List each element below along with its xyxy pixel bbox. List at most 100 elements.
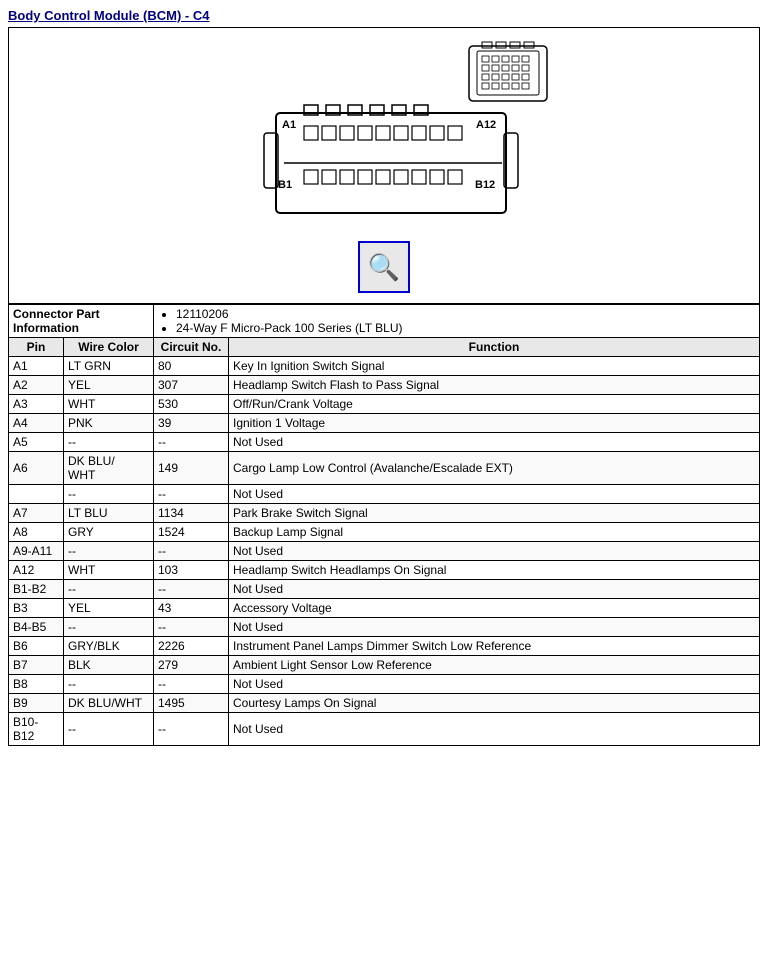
cell-function: Not Used bbox=[229, 580, 760, 599]
svg-text:A12: A12 bbox=[476, 119, 496, 131]
cell-function: Not Used bbox=[229, 485, 760, 504]
table-row: A4PNK39Ignition 1 Voltage bbox=[9, 414, 760, 433]
cell-pin: B4-B5 bbox=[9, 618, 64, 637]
table-row: B8----Not Used bbox=[9, 675, 760, 694]
cell-function: Not Used bbox=[229, 542, 760, 561]
cell-function: Accessory Voltage bbox=[229, 599, 760, 618]
table-row: B4-B5----Not Used bbox=[9, 618, 760, 637]
cell-circuit: 103 bbox=[154, 561, 229, 580]
cell-pin: A6 bbox=[9, 452, 64, 485]
cell-circuit: -- bbox=[154, 713, 229, 746]
table-row: B10-B12----Not Used bbox=[9, 713, 760, 746]
table-row: B6GRY/BLK2226Instrument Panel Lamps Dimm… bbox=[9, 637, 760, 656]
cell-circuit: 307 bbox=[154, 376, 229, 395]
header-pin: Pin bbox=[9, 338, 64, 357]
cell-function: Backup Lamp Signal bbox=[229, 523, 760, 542]
cell-function: Headlamp Switch Headlamps On Signal bbox=[229, 561, 760, 580]
cell-wire: -- bbox=[64, 542, 154, 561]
cell-function: Park Brake Switch Signal bbox=[229, 504, 760, 523]
cell-circuit: 149 bbox=[154, 452, 229, 485]
cell-wire: WHT bbox=[64, 561, 154, 580]
cell-wire: -- bbox=[64, 580, 154, 599]
cell-pin: B6 bbox=[9, 637, 64, 656]
cell-pin: A5 bbox=[9, 433, 64, 452]
cell-circuit: -- bbox=[154, 618, 229, 637]
cell-function: Off/Run/Crank Voltage bbox=[229, 395, 760, 414]
table-header-row: Pin Wire Color Circuit No. Function bbox=[9, 338, 760, 357]
cell-pin: A4 bbox=[9, 414, 64, 433]
cell-wire: DK BLU/WHT bbox=[64, 694, 154, 713]
cell-wire: PNK bbox=[64, 414, 154, 433]
table-row: A9-A11----Not Used bbox=[9, 542, 760, 561]
svg-text:B12: B12 bbox=[475, 179, 495, 191]
magnify-icon[interactable]: 🔍 bbox=[358, 241, 410, 293]
cell-wire: -- bbox=[64, 713, 154, 746]
cell-pin: A8 bbox=[9, 523, 64, 542]
cell-wire: -- bbox=[64, 618, 154, 637]
cell-circuit: -- bbox=[154, 580, 229, 599]
cell-function: Ignition 1 Voltage bbox=[229, 414, 760, 433]
table-row: B1-B2----Not Used bbox=[9, 580, 760, 599]
cell-circuit: 1495 bbox=[154, 694, 229, 713]
cell-pin: A3 bbox=[9, 395, 64, 414]
cell-function: Headlamp Switch Flash to Pass Signal bbox=[229, 376, 760, 395]
cell-wire: YEL bbox=[64, 376, 154, 395]
table-row: A2YEL307Headlamp Switch Flash to Pass Si… bbox=[9, 376, 760, 395]
cell-circuit: -- bbox=[154, 485, 229, 504]
cell-pin: A9-A11 bbox=[9, 542, 64, 561]
cell-pin: B7 bbox=[9, 656, 64, 675]
cell-circuit: 530 bbox=[154, 395, 229, 414]
cell-function: Not Used bbox=[229, 713, 760, 746]
cell-function: Not Used bbox=[229, 675, 760, 694]
header-circuit-no: Circuit No. bbox=[154, 338, 229, 357]
header-function: Function bbox=[229, 338, 760, 357]
connector-diagram: A1 A12 B1 B12 bbox=[214, 38, 554, 233]
cell-function: Key In Ignition Switch Signal bbox=[229, 357, 760, 376]
svg-text:B1: B1 bbox=[278, 179, 292, 191]
page-title: Body Control Module (BCM) - C4 bbox=[8, 8, 760, 23]
cell-circuit: 279 bbox=[154, 656, 229, 675]
cell-pin: A12 bbox=[9, 561, 64, 580]
cell-wire: LT BLU bbox=[64, 504, 154, 523]
part-description: 24-Way F Micro-Pack 100 Series (LT BLU) bbox=[176, 321, 755, 335]
cell-pin: A1 bbox=[9, 357, 64, 376]
table-row: A1LT GRN80Key In Ignition Switch Signal bbox=[9, 357, 760, 376]
diagram-container: A1 A12 B1 B12 bbox=[8, 27, 760, 304]
cell-pin: B1-B2 bbox=[9, 580, 64, 599]
table-row: B3YEL43Accessory Voltage bbox=[9, 599, 760, 618]
cell-pin: B3 bbox=[9, 599, 64, 618]
part-number: 12110206 bbox=[176, 307, 755, 321]
cell-wire: BLK bbox=[64, 656, 154, 675]
connector-info-label: Connector Part Information bbox=[9, 305, 154, 338]
cell-wire: -- bbox=[64, 433, 154, 452]
cell-pin bbox=[9, 485, 64, 504]
cell-circuit: -- bbox=[154, 433, 229, 452]
table-row: A5----Not Used bbox=[9, 433, 760, 452]
header-wire-color: Wire Color bbox=[64, 338, 154, 357]
cell-wire: -- bbox=[64, 675, 154, 694]
cell-function: Ambient Light Sensor Low Reference bbox=[229, 656, 760, 675]
cell-function: Not Used bbox=[229, 618, 760, 637]
connector-table: Connector Part Information 12110206 24-W… bbox=[8, 304, 760, 746]
cell-pin: B9 bbox=[9, 694, 64, 713]
cell-wire: DK BLU/WHT bbox=[64, 452, 154, 485]
cell-circuit: 2226 bbox=[154, 637, 229, 656]
cell-pin: A7 bbox=[9, 504, 64, 523]
table-row: A6DK BLU/WHT149Cargo Lamp Low Control (A… bbox=[9, 452, 760, 485]
table-row: A12WHT103Headlamp Switch Headlamps On Si… bbox=[9, 561, 760, 580]
cell-wire: LT GRN bbox=[64, 357, 154, 376]
cell-circuit: -- bbox=[154, 675, 229, 694]
cell-function: Courtesy Lamps On Signal bbox=[229, 694, 760, 713]
cell-function: Not Used bbox=[229, 433, 760, 452]
cell-circuit: 43 bbox=[154, 599, 229, 618]
cell-function: Cargo Lamp Low Control (Avalanche/Escala… bbox=[229, 452, 760, 485]
cell-circuit: 1134 bbox=[154, 504, 229, 523]
table-row: B7BLK279Ambient Light Sensor Low Referen… bbox=[9, 656, 760, 675]
table-row: A8GRY1524Backup Lamp Signal bbox=[9, 523, 760, 542]
cell-pin: B8 bbox=[9, 675, 64, 694]
cell-circuit: 1524 bbox=[154, 523, 229, 542]
table-row: ----Not Used bbox=[9, 485, 760, 504]
cell-circuit: 80 bbox=[154, 357, 229, 376]
cell-wire: GRY/BLK bbox=[64, 637, 154, 656]
table-row: A7LT BLU1134Park Brake Switch Signal bbox=[9, 504, 760, 523]
